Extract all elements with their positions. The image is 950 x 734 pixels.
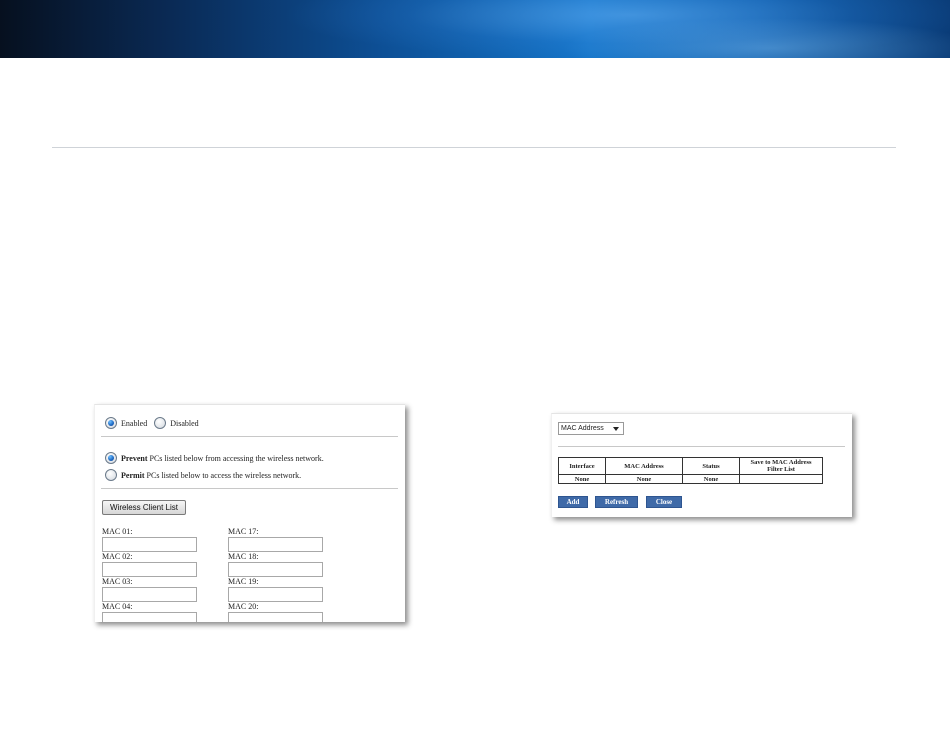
mac-label: MAC 20:	[228, 602, 259, 611]
table-cell: None	[682, 474, 740, 484]
header-banner	[0, 0, 950, 58]
client-table: Interface MAC Address Status Save to MAC…	[558, 457, 823, 484]
mac-03-input[interactable]	[102, 587, 197, 602]
mac-20-input[interactable]	[228, 612, 323, 622]
mac-label: MAC 01:	[102, 527, 133, 536]
add-button[interactable]: Add	[558, 496, 588, 508]
table-cell: None	[558, 474, 606, 484]
column-header: Interface	[558, 457, 606, 475]
sort-select[interactable]: MAC Address	[558, 422, 624, 435]
mac-label: MAC 17:	[228, 527, 259, 536]
sort-select-value: MAC Address	[561, 425, 604, 432]
mac-19-input[interactable]	[228, 587, 323, 602]
prevent-radio[interactable]	[105, 452, 117, 465]
column-header: MAC Address	[605, 457, 683, 475]
mac-label: MAC 04:	[102, 602, 133, 611]
mac-filter-panel: Enabled Disabled Prevent PCs listed belo…	[94, 404, 405, 622]
mac-01-input[interactable]	[102, 537, 197, 552]
disabled-radio[interactable]	[154, 417, 167, 430]
divider-line	[52, 147, 896, 148]
mac-label: MAC 03:	[102, 577, 133, 586]
permit-option-row: Permit PCs listed below to access the wi…	[105, 466, 301, 484]
enabled-label: Enabled	[121, 418, 148, 428]
table-cell	[739, 474, 823, 484]
separator	[558, 446, 845, 447]
prevent-label-bold: Prevent	[121, 453, 148, 463]
chevron-down-icon	[613, 427, 619, 431]
mac-17-input[interactable]	[228, 537, 323, 552]
enabled-radio[interactable]	[105, 417, 117, 430]
mac-label: MAC 18:	[228, 552, 259, 561]
client-list-panel: MAC Address Interface MAC Address Status…	[551, 413, 852, 517]
close-button[interactable]: Close	[646, 496, 682, 508]
mac-18-input[interactable]	[228, 562, 323, 577]
mac-label: MAC 02:	[102, 552, 133, 561]
mac-04-input[interactable]	[102, 612, 197, 622]
table-header-row: Interface MAC Address Status Save to MAC…	[558, 457, 823, 475]
prevent-label-text: PCs listed below from accessing the wire…	[147, 453, 324, 463]
filter-toggle-row: Enabled Disabled	[105, 414, 199, 432]
permit-radio[interactable]	[105, 469, 117, 482]
mac-label: MAC 19:	[228, 577, 259, 586]
separator	[101, 436, 398, 437]
column-header: Save to MAC Address Filter List	[739, 457, 823, 475]
wireless-client-list-button[interactable]: Wireless Client List	[102, 500, 186, 515]
table-row: None None None	[558, 474, 823, 484]
table-cell: None	[605, 474, 683, 484]
permit-label-text: PCs listed below to access the wireless …	[144, 470, 302, 480]
permit-label-bold: Permit	[121, 470, 145, 480]
prevent-option-row: Prevent PCs listed below from accessing …	[105, 449, 324, 467]
column-header: Status	[682, 457, 740, 475]
mac-02-input[interactable]	[102, 562, 197, 577]
disabled-label: Disabled	[170, 418, 199, 428]
refresh-button[interactable]: Refresh	[595, 496, 638, 508]
separator	[101, 488, 398, 489]
